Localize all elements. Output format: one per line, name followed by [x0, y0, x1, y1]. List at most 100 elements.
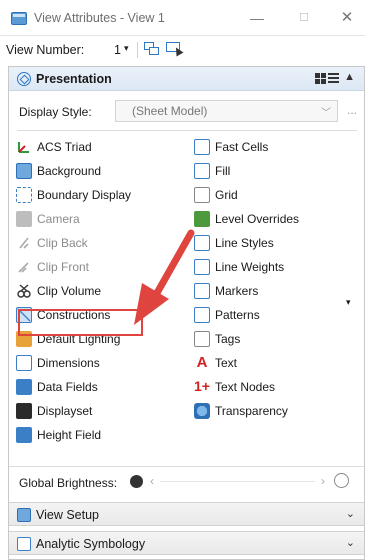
fast-cells-icon [194, 139, 210, 155]
section-analytic-symbology-title: Analytic Symbology [36, 537, 146, 551]
chevron-down-icon[interactable]: ▾ [124, 43, 129, 54]
copy-view-attributes-icon[interactable] [143, 41, 161, 57]
select-view-icon[interactable] [165, 41, 184, 57]
chevron-down-icon[interactable]: ⌄ [346, 536, 355, 549]
attr-label: ACS Triad [37, 140, 92, 154]
attr-label: Grid [215, 188, 238, 202]
display-style-more-button[interactable]: ... [347, 103, 357, 117]
attr-clip-volume[interactable]: Clip Volume [9, 279, 179, 303]
attr-label: Tags [215, 332, 241, 346]
transparency-icon [194, 403, 210, 419]
attr-displayset[interactable]: Displayset [9, 399, 179, 423]
attr-dimensions[interactable]: Dimensions [9, 351, 179, 375]
markers-icon [194, 283, 210, 299]
attr-fill[interactable]: Fill [187, 159, 357, 183]
brightness-light-icon [334, 473, 349, 488]
attr-text[interactable]: A Text [187, 351, 357, 375]
clip-back-icon [16, 235, 32, 251]
view-mode-toggle[interactable] [315, 73, 341, 85]
attr-patterns[interactable]: Patterns [187, 303, 357, 327]
brightness-increase-button[interactable]: › [321, 474, 325, 488]
section-analytic-symbology-header[interactable]: Analytic Symbology ⌄ [9, 531, 364, 555]
minimize-button[interactable]: — [246, 8, 268, 28]
title-bar: View Attributes - View 1 — ☐ ✕ [0, 0, 365, 36]
attr-acs-triad[interactable]: ACS Triad [9, 135, 179, 159]
chevron-down-icon[interactable]: ⌄ [346, 507, 355, 520]
brightness-decrease-button[interactable]: ‹ [150, 474, 154, 488]
attr-tags[interactable]: Tags [187, 327, 357, 351]
tags-icon [194, 331, 210, 347]
attr-data-fields[interactable]: Data Fields [9, 375, 179, 399]
data-fields-icon [16, 379, 32, 395]
attr-label: Fast Cells [215, 140, 269, 154]
attributes-panel: Presentation ▲ Display Style: (Sheet Mod… [8, 66, 365, 560]
display-style-label: Display Style: [19, 105, 92, 119]
grid-view-icon[interactable] [315, 73, 326, 84]
section-presentation-header[interactable]: Presentation ▲ [9, 67, 364, 91]
attr-background[interactable]: Background [9, 159, 179, 183]
attr-level-overrides[interactable]: Level Overrides [187, 207, 357, 231]
attr-boundary-display[interactable]: Boundary Display [9, 183, 179, 207]
view-number-dropdown[interactable]: 1 [114, 43, 121, 57]
attr-label: Fill [215, 164, 231, 178]
height-field-icon [16, 427, 32, 443]
attr-height-field[interactable]: Height Field [9, 423, 179, 447]
dimensions-icon [16, 355, 32, 371]
grid-icon [194, 187, 210, 203]
attr-label: Text Nodes [215, 380, 276, 394]
attr-label: Transparency [215, 404, 288, 418]
attr-label: Clip Front [37, 260, 90, 274]
attr-fast-cells[interactable]: Fast Cells [187, 135, 357, 159]
acs-triad-icon [16, 139, 32, 155]
display-style-select[interactable]: (Sheet Model) ﹀ [115, 100, 338, 122]
attr-clip-front[interactable]: Clip Front [9, 255, 179, 279]
level-overrides-icon [194, 211, 210, 227]
attr-label: Boundary Display [37, 188, 132, 202]
attr-label: Dimensions [37, 356, 100, 370]
line-weights-icon [194, 259, 210, 275]
text-nodes-icon: 1+ [194, 378, 210, 394]
attr-label: Markers [215, 284, 259, 298]
analytic-symbology-icon [17, 537, 31, 551]
text-icon: A [194, 355, 210, 371]
attr-label: Height Field [37, 428, 102, 442]
line-styles-icon [194, 235, 210, 251]
attr-label: Line Styles [215, 236, 274, 250]
boundary-display-icon [16, 187, 32, 203]
attr-label: Clip Back [37, 236, 88, 250]
app-icon [11, 12, 27, 25]
background-icon [16, 163, 32, 179]
presentation-icon [17, 72, 31, 86]
list-view-icon[interactable] [328, 73, 339, 84]
attr-text-nodes[interactable]: 1+ Text Nodes [187, 375, 357, 399]
toolbar-separator [137, 42, 138, 58]
maximize-button[interactable]: ☐ [293, 8, 315, 28]
attr-label: Camera [37, 212, 80, 226]
window-title: View Attributes - View 1 [34, 11, 165, 25]
global-brightness-label: Global Brightness: [19, 476, 118, 490]
attr-camera[interactable]: Camera [9, 207, 179, 231]
attr-grid[interactable]: Grid [187, 183, 357, 207]
attr-markers[interactable]: Markers [187, 279, 357, 303]
chevron-down-icon[interactable]: ﹀ [321, 104, 331, 119]
section-view-setup-header[interactable]: View Setup ⌄ [9, 502, 364, 526]
attr-line-styles[interactable]: Line Styles [187, 231, 357, 255]
global-brightness-slider[interactable] [160, 481, 315, 482]
attr-label: Text [215, 356, 238, 370]
attr-clip-back[interactable]: Clip Back [9, 231, 179, 255]
markers-dropdown-caret-icon[interactable]: ▾ [346, 297, 351, 308]
attr-label: Clip Volume [37, 284, 102, 298]
attr-transparency[interactable]: Transparency [187, 399, 357, 423]
section-view-setup-title: View Setup [36, 508, 100, 522]
toolbar: View Number: 1 ▾ [0, 36, 365, 64]
attr-label: Background [37, 164, 102, 178]
attr-label: Line Weights [215, 260, 285, 274]
divider [17, 130, 357, 131]
attr-label: Level Overrides [215, 212, 300, 226]
fill-icon [194, 163, 210, 179]
attr-line-weights[interactable]: Line Weights [187, 255, 357, 279]
attr-label: Displayset [37, 404, 93, 418]
displayset-icon [16, 403, 32, 419]
close-button[interactable]: ✕ [336, 8, 358, 28]
chevron-up-icon[interactable]: ▲ [344, 71, 355, 83]
